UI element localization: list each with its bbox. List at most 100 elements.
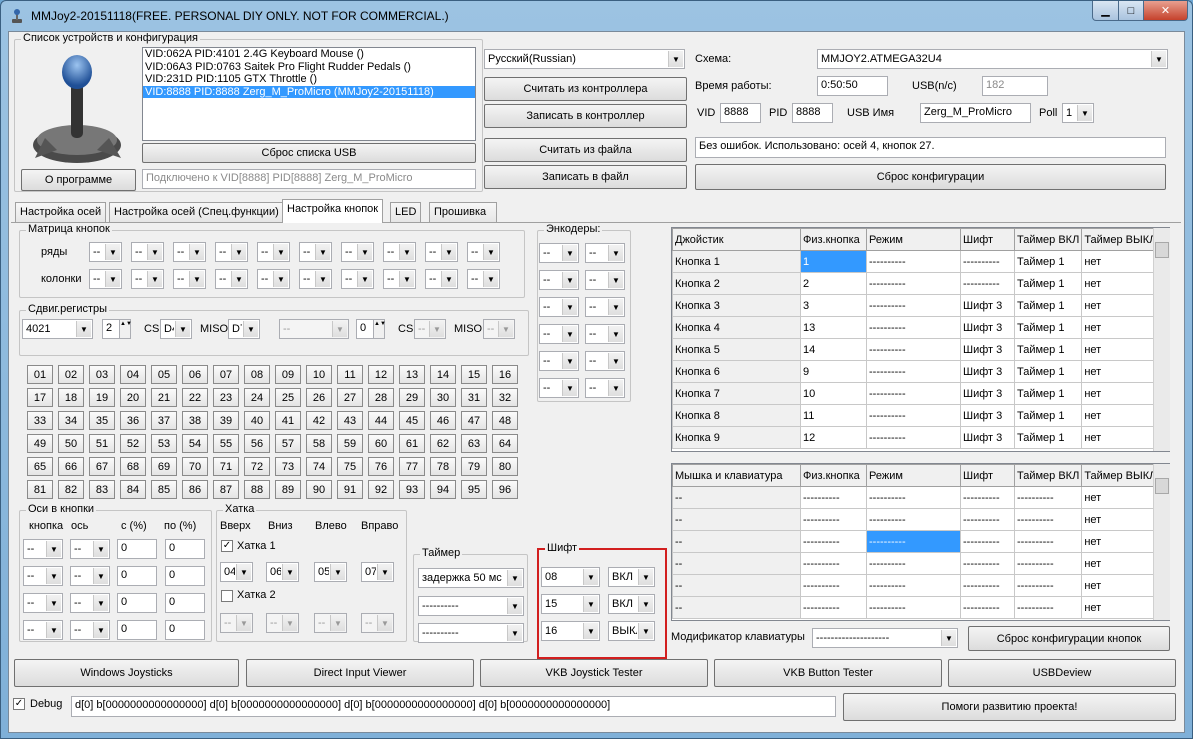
encoder-b-select[interactable]: -- ▼ [585,270,625,290]
number-button[interactable]: 71 [213,457,239,476]
table-row[interactable]: -- ---------- ---------- ---------- --------… [672,486,1160,509]
number-button[interactable]: 86 [182,480,208,499]
shift-button-select[interactable]: 08 ▼ [541,567,600,587]
grid-cell[interactable]: -- [672,508,801,531]
grid-cell[interactable]: нет [1081,574,1160,597]
number-button[interactable]: 78 [430,457,456,476]
grid-cell[interactable]: ---------- [800,508,867,531]
grid-cell[interactable]: Таймер 1 [1013,360,1083,383]
axes-from-field[interactable]: 0 [117,593,157,613]
grid-cell[interactable]: Кнопка 1 [672,250,801,273]
axes-button-select[interactable]: -- ▼ [23,620,63,640]
grid-cell[interactable]: ---------- [800,486,867,509]
number-button[interactable]: 54 [182,434,208,453]
grid-cell[interactable]: Кнопка 9 [672,426,801,449]
spin-arrows-icon[interactable]: ▲▼ [373,319,386,339]
number-button[interactable]: 87 [213,480,239,499]
matrix-col-select[interactable]: -- ▼ [215,269,248,289]
device-list[interactable]: VID:062A PID:4101 2.4G Keyboard Mouse ()… [142,47,476,141]
grid-cell[interactable]: ---------- [800,552,867,575]
encoder-b-select[interactable]: -- ▼ [585,243,625,263]
number-button[interactable]: 22 [182,388,208,407]
modifier-select[interactable]: -------------------- ▼ [812,628,958,648]
grid-cell[interactable]: Таймер 1 [1013,426,1083,449]
grid-cell[interactable]: ---------- [866,338,961,361]
number-button[interactable]: 61 [399,434,425,453]
grid-cell[interactable]: ---------- [866,530,961,553]
matrix-row-select[interactable]: -- ▼ [299,242,332,262]
grid-cell[interactable]: нет [1081,404,1160,427]
table-row[interactable]: -- ---------- ---------- ---------- --------… [672,552,1160,575]
table-row[interactable]: Кнопка 8 11 ---------- Шифт 3 Таймер 1 нет [672,404,1160,427]
number-button[interactable]: 58 [306,434,332,453]
hat2-checkbox[interactable] [221,590,233,602]
grid-cell[interactable]: ---------- [1013,596,1083,619]
table-row[interactable]: -- ---------- ---------- ---------- --------… [672,596,1160,619]
number-button[interactable]: 55 [213,434,239,453]
number-button[interactable]: 52 [120,434,146,453]
miso2-select[interactable]: -- ▼ [483,319,515,339]
number-button[interactable]: 44 [368,411,394,430]
number-button[interactable]: 34 [58,411,84,430]
shift-count2-field[interactable]: 0 [356,319,374,339]
grid-cell[interactable]: Таймер 1 [1013,338,1083,361]
grid-cell[interactable]: Шифт 3 [960,338,1015,361]
number-button[interactable]: 59 [337,434,363,453]
scheme-select[interactable]: MMJOY2.ATMEGA32U4 ▼ [817,49,1168,69]
number-button[interactable]: 56 [244,434,270,453]
reset-usb-list-button[interactable]: Сброс списка USB [142,143,476,163]
number-button[interactable]: 91 [337,480,363,499]
number-button[interactable]: 95 [461,480,487,499]
hat2-down-select[interactable]: -- ▼ [266,613,299,633]
hat1-checkbox[interactable]: ✓ [221,540,233,552]
number-button[interactable]: 64 [492,434,518,453]
read-controller-button[interactable]: Считать из контроллера [484,77,687,101]
encoder-a-select[interactable]: -- ▼ [539,351,579,371]
grid-cell[interactable]: Кнопка 6 [672,360,801,383]
number-button[interactable]: 16 [492,365,518,384]
vid-field[interactable]: 8888 [720,103,761,123]
grid-cell[interactable]: ---------- [960,596,1015,619]
number-button[interactable]: 43 [337,411,363,430]
number-button[interactable]: 23 [213,388,239,407]
minimize-button[interactable]: ▁ [1092,1,1119,21]
axes-to-field[interactable]: 0 [165,620,205,640]
axes-to-field[interactable]: 0 [165,539,205,559]
matrix-row-select[interactable]: -- ▼ [131,242,164,262]
number-button[interactable]: 42 [306,411,332,430]
matrix-row-select[interactable]: -- ▼ [425,242,458,262]
grid-cell[interactable]: ---------- [960,486,1015,509]
axes-to-field[interactable]: 0 [165,566,205,586]
maximize-button[interactable]: □ [1118,1,1144,21]
number-button[interactable]: 69 [151,457,177,476]
grid-cell[interactable]: 12 [800,426,867,449]
grid-cell[interactable]: ---------- [866,486,961,509]
shift-chip2-select[interactable]: -- ▼ [279,319,349,339]
kb_grid-table[interactable]: Мышка и клавиатура Физ.кнопка Режим Шифт Тай… [672,464,1160,619]
grid-cell[interactable]: Таймер 1 [1013,272,1083,295]
grid-cell[interactable]: нет [1081,486,1160,509]
encoder-b-select[interactable]: -- ▼ [585,351,625,371]
grid-cell[interactable]: ---------- [866,294,961,317]
number-button[interactable]: 48 [492,411,518,430]
grid-cell[interactable]: ---------- [1013,508,1083,531]
number-button[interactable]: 82 [58,480,84,499]
number-button[interactable]: 03 [89,365,115,384]
number-button[interactable]: 27 [337,388,363,407]
number-button[interactable]: 37 [151,411,177,430]
grid-cell[interactable]: Таймер 1 [1013,250,1083,273]
number-button[interactable]: 28 [368,388,394,407]
grid-cell[interactable]: ---------- [960,574,1015,597]
tab-axes-special[interactable]: Настройка осей (Спец.функции) [109,202,284,222]
number-button[interactable]: 47 [461,411,487,430]
number-button[interactable]: 06 [182,365,208,384]
matrix-row-select[interactable]: -- ▼ [341,242,374,262]
grid-cell[interactable]: -- [672,530,801,553]
encoder-b-select[interactable]: -- ▼ [585,378,625,398]
number-button[interactable]: 09 [275,365,301,384]
number-button[interactable]: 63 [461,434,487,453]
grid-cell[interactable]: ---------- [866,382,961,405]
table-row[interactable]: Кнопка 5 14 ---------- Шифт 3 Таймер 1 нет [672,338,1160,361]
number-button[interactable]: 83 [89,480,115,499]
axes-axis-select[interactable]: -- ▼ [70,539,110,559]
